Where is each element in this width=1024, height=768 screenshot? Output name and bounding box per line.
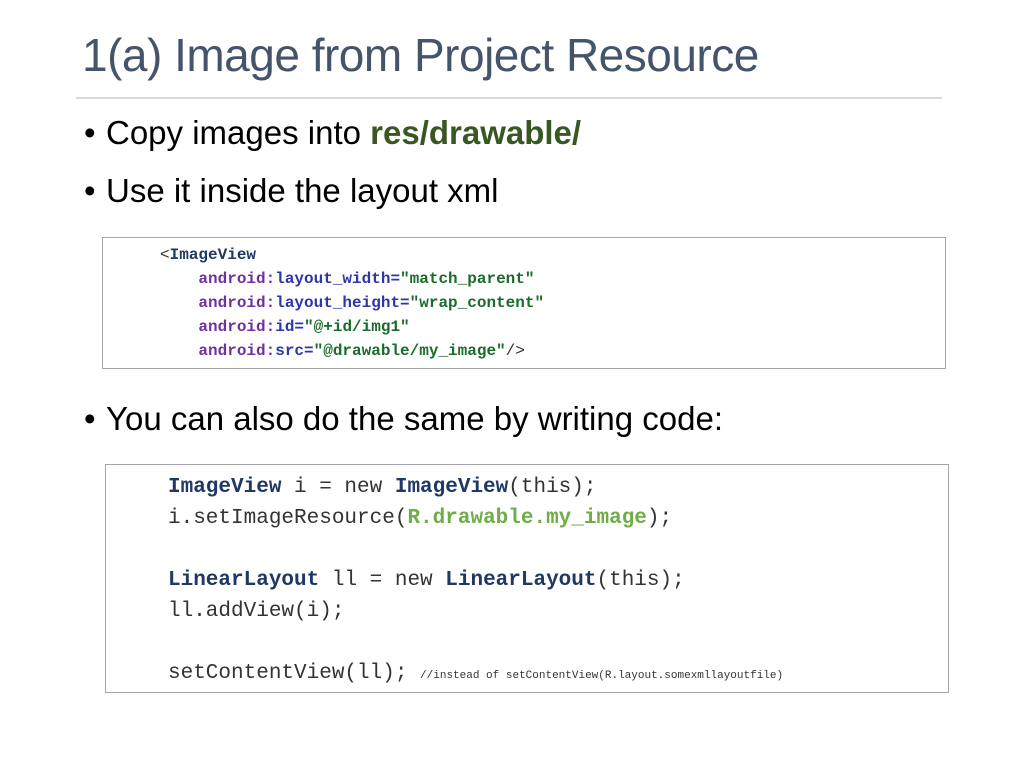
slide-title: 1(a) Image from Project Resource bbox=[82, 29, 759, 81]
java-line-4: ll.addView(i); bbox=[168, 600, 345, 623]
bullet-dot: • bbox=[84, 114, 96, 151]
xml-line-5: android:src="@drawable/my_image"/> bbox=[198, 342, 525, 360]
java-line-2: i.setImageResource(R.drawable.my_image); bbox=[168, 507, 673, 530]
title-divider bbox=[76, 97, 942, 99]
bullet-write-code: • You can also do the same by writing cod… bbox=[84, 400, 723, 438]
bullet-dot: • bbox=[84, 400, 96, 437]
folder-path-highlight: res/drawable/ bbox=[370, 114, 582, 151]
xml-line-4: android:id="@+id/img1" bbox=[198, 318, 410, 336]
bullet-text: Use it inside the layout xml bbox=[106, 172, 499, 209]
java-line-1: ImageView i = new ImageView(this); bbox=[168, 476, 597, 499]
xml-code-block: <ImageView android:layout_width="match_p… bbox=[160, 243, 544, 363]
xml-line-2: android:layout_width="match_parent" bbox=[198, 270, 535, 288]
code-comment: //instead of setContentView(R.layout.som… bbox=[420, 670, 784, 682]
bullet-use-in-layout: • Use it inside the layout xml bbox=[84, 172, 499, 210]
java-code-block: ImageView i = new ImageView(this); i.set… bbox=[168, 472, 783, 692]
bullet-copy-images: • Copy images into res/drawable/ bbox=[84, 114, 581, 152]
xml-code-box: <ImageView android:layout_width="match_p… bbox=[102, 237, 946, 369]
xml-line-1: <ImageView bbox=[160, 246, 257, 264]
bullet-dot: • bbox=[84, 172, 96, 209]
java-line-3: LinearLayout ll = new LinearLayout(this)… bbox=[168, 569, 685, 592]
bullet-text: Copy images into bbox=[106, 114, 371, 151]
java-line-5: setContentView(ll); //instead of setCont… bbox=[168, 662, 784, 685]
bullet-text: You can also do the same by writing code… bbox=[106, 400, 723, 437]
java-code-box: ImageView i = new ImageView(this); i.set… bbox=[105, 464, 949, 693]
xml-line-3: android:layout_height="wrap_content" bbox=[198, 294, 545, 312]
